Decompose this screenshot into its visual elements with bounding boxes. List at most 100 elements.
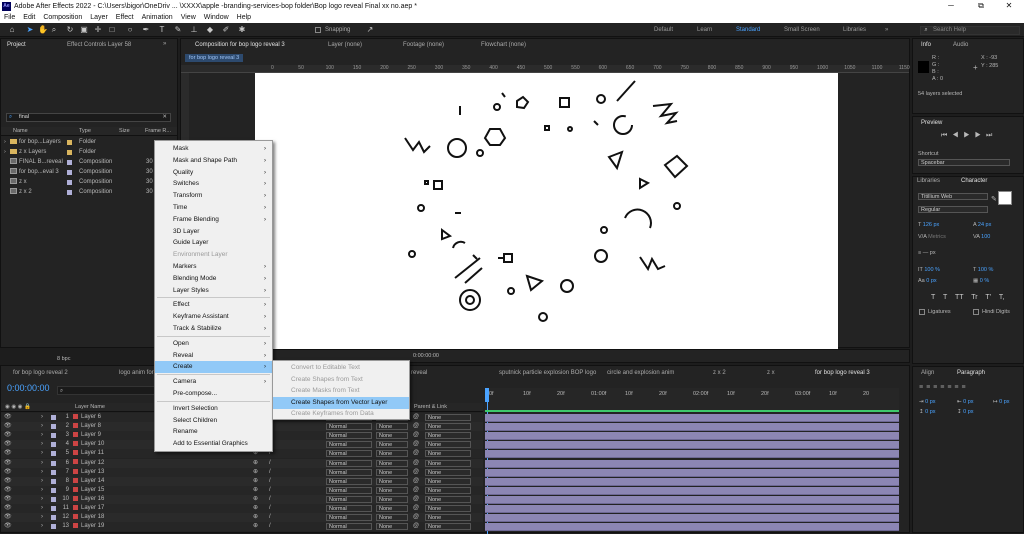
- track-matte-select[interactable]: None: [376, 459, 408, 467]
- home-icon[interactable]: ⌂: [8, 26, 16, 34]
- label-color[interactable]: [51, 424, 56, 430]
- timeline-tab[interactable]: circle and explosion anim: [607, 370, 674, 376]
- workspace-small-screen[interactable]: Small Screen: [784, 27, 820, 33]
- twirl-arrow-icon[interactable]: ›: [41, 468, 43, 477]
- label-color[interactable]: [51, 524, 56, 530]
- parent-select[interactable]: None: [425, 495, 471, 503]
- parent-select[interactable]: None: [425, 414, 471, 421]
- twirl-arrow-icon[interactable]: ›: [41, 413, 43, 422]
- blending-mode-select[interactable]: Normal: [326, 432, 372, 440]
- context-menu-item[interactable]: Camera ›: [155, 376, 272, 388]
- pickwhip-icon[interactable]: @: [413, 413, 419, 422]
- context-menu-item[interactable]: Reveal ›: [155, 350, 272, 362]
- pen-tool-icon[interactable]: ✒: [142, 26, 150, 34]
- label-color[interactable]: [51, 415, 56, 420]
- eye-icon[interactable]: 👁: [4, 495, 12, 504]
- twirl-arrow-icon[interactable]: ›: [41, 486, 43, 495]
- roto-brush-tool-icon[interactable]: ✐: [222, 26, 230, 34]
- pickwhip-icon[interactable]: @: [413, 513, 419, 522]
- layer-row[interactable]: 👁 › 12 Layer 18 ⊕ / Normal None @ None: [1, 513, 483, 523]
- eye-icon[interactable]: 👁: [4, 513, 12, 522]
- track-matte-select[interactable]: None: [376, 486, 408, 494]
- blending-mode-select[interactable]: Normal: [326, 468, 372, 476]
- playhead[interactable]: [485, 388, 489, 402]
- context-menu-item[interactable]: Switches ›: [155, 178, 272, 190]
- parent-select[interactable]: None: [425, 459, 471, 467]
- restore-button[interactable]: ⧉: [966, 0, 996, 12]
- context-menu-item[interactable]: Mask and Shape Path ›: [155, 155, 272, 167]
- bpc-label[interactable]: 8 bpc: [57, 356, 70, 362]
- parent-select[interactable]: None: [425, 486, 471, 494]
- label-color[interactable]: [51, 433, 56, 439]
- layer-row[interactable]: 👁 › 6 Layer 12 ⊕ / Normal None @ None: [1, 458, 483, 468]
- shy-switch-icon[interactable]: ⊕: [253, 486, 258, 495]
- layer-row[interactable]: 👁 › 9 Layer 15 ⊕ / Normal None @ None: [1, 485, 483, 495]
- tab-footage[interactable]: Footage (none): [403, 42, 444, 48]
- label-color[interactable]: [51, 496, 56, 502]
- label-color[interactable]: [51, 515, 56, 521]
- layer-duration-bar[interactable]: [485, 468, 899, 477]
- shy-switch-icon[interactable]: ⊕: [253, 459, 258, 468]
- fx-switch-icon[interactable]: /: [269, 513, 271, 522]
- context-menu-item[interactable]: Track & Stabilize ›: [155, 323, 272, 335]
- baseline-shift-value[interactable]: 0 px: [926, 278, 936, 284]
- pan-behind-tool-icon[interactable]: ✛: [94, 26, 102, 34]
- layer-duration-bar[interactable]: [485, 486, 899, 495]
- blending-mode-select[interactable]: Normal: [326, 423, 372, 431]
- parent-select[interactable]: None: [425, 450, 471, 458]
- font-size-value[interactable]: 126 px: [923, 222, 940, 228]
- rectangle-tool-icon[interactable]: □: [108, 26, 116, 34]
- zoom-tool-icon[interactable]: ⌕: [50, 26, 58, 34]
- tab-libraries[interactable]: Libraries: [917, 178, 940, 184]
- track-matte-select[interactable]: None: [376, 477, 408, 485]
- column-name[interactable]: Name: [13, 128, 28, 134]
- layer-name[interactable]: Layer 11: [81, 450, 104, 456]
- layer-name[interactable]: Layer 13: [81, 469, 104, 475]
- twirl-arrow-icon[interactable]: ›: [41, 431, 43, 440]
- context-menu-item[interactable]: Select Children: [155, 415, 272, 427]
- track-matte-select[interactable]: None: [376, 514, 408, 522]
- submenu-item[interactable]: Create Shapes from Vector Layer: [273, 396, 409, 409]
- label-color[interactable]: [67, 150, 72, 155]
- brush-tool-icon[interactable]: ✎: [174, 26, 182, 34]
- column-size[interactable]: Size: [119, 128, 130, 134]
- workspace-standard[interactable]: Standard: [736, 27, 760, 33]
- twirl-arrow-icon[interactable]: ›: [41, 513, 43, 522]
- parent-select[interactable]: None: [425, 432, 471, 440]
- fx-switch-icon[interactable]: /: [269, 504, 271, 513]
- twirl-arrow-icon[interactable]: ›: [41, 522, 43, 531]
- label-color[interactable]: [51, 506, 56, 511]
- eye-icon[interactable]: 👁: [4, 422, 12, 431]
- camera-tool-icon[interactable]: ▣: [80, 26, 88, 34]
- label-color[interactable]: [67, 170, 72, 175]
- layer-name[interactable]: Layer 18: [81, 514, 104, 520]
- tab-composition[interactable]: Composition for bop logo reveal 3: [195, 42, 285, 48]
- menu-composition[interactable]: Composition: [39, 14, 86, 21]
- menu-effect[interactable]: Effect: [112, 14, 138, 21]
- tab-character[interactable]: Character: [961, 178, 987, 184]
- comp-breadcrumb[interactable]: for bop logo reveal 3: [185, 54, 244, 62]
- shy-switch-icon[interactable]: ⊕: [253, 504, 258, 513]
- workspace-menu-icon[interactable]: »: [885, 27, 888, 33]
- pickwhip-icon[interactable]: @: [413, 468, 419, 477]
- context-menu-item[interactable]: Transform ›: [155, 190, 272, 202]
- track-matte-select[interactable]: None: [376, 523, 408, 531]
- tab-paragraph[interactable]: Paragraph: [957, 370, 985, 376]
- context-menu-item[interactable]: Keyframe Assistant ›: [155, 311, 272, 323]
- tab-flowchart[interactable]: Flowchart (none): [481, 42, 526, 48]
- fx-switch-icon[interactable]: /: [269, 495, 271, 504]
- column-type[interactable]: Type: [79, 128, 91, 134]
- parent-select[interactable]: None: [425, 441, 471, 449]
- clear-search-icon[interactable]: ✕: [162, 114, 167, 120]
- hand-tool-icon[interactable]: ✋: [38, 26, 48, 34]
- layer-duration-bar[interactable]: [485, 414, 899, 422]
- rotate-tool-icon[interactable]: ↻: [66, 26, 74, 34]
- pickwhip-icon[interactable]: @: [413, 486, 419, 495]
- snap-icon[interactable]: ↗: [366, 26, 374, 34]
- label-color[interactable]: [67, 160, 72, 165]
- label-color[interactable]: [67, 180, 72, 185]
- menu-help[interactable]: Help: [233, 14, 255, 21]
- expand-arrow-icon[interactable]: ›: [4, 137, 6, 147]
- layer-duration-bar[interactable]: [485, 423, 899, 432]
- layer-name[interactable]: Layer 15: [81, 487, 104, 493]
